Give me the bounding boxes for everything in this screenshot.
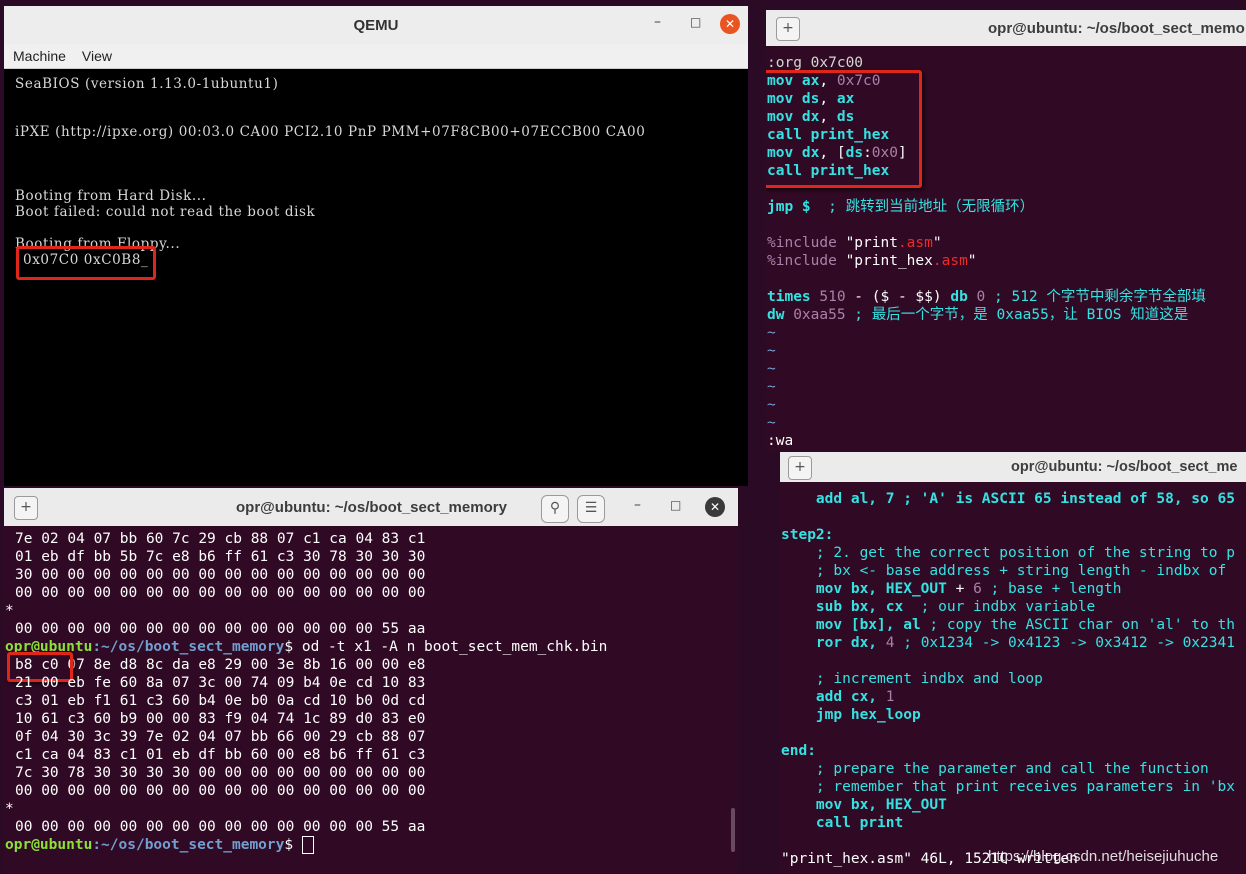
menu-icon[interactable]: ☰	[577, 495, 605, 523]
terminal-titlebar[interactable]: + opr@ubuntu: ~/os/boot_sect_memory ⚲ ☰ …	[4, 488, 738, 526]
vim-main-titlebar[interactable]: + opr@ubuntu: ~/os/boot_sect_memo	[766, 10, 1246, 46]
hex-row: 7c 30 78 30 30 30 30 00 00 00 00 00 00 0…	[15, 765, 426, 781]
empty-line-marker: ~	[767, 379, 776, 395]
code-label: step2:	[781, 527, 834, 543]
menu-machine[interactable]: Machine	[13, 48, 66, 64]
hex-row: c1 ca 04 83 c1 01 eb df bb 60 00 e8 b6 f…	[15, 747, 426, 763]
minimize-icon[interactable]: –	[634, 497, 641, 513]
terminal-title: opr@ubuntu: ~/os/boot_sect_memory	[236, 499, 507, 516]
hex-row: 00 00 00 00 00 00 00 00 00 00 00 00 00 0…	[15, 819, 426, 835]
close-icon[interactable]: ✕	[705, 497, 725, 517]
minimize-icon[interactable]: –	[654, 14, 661, 30]
empty-line-marker: ~	[767, 415, 776, 431]
code-line: %include "print_hex.asm"	[767, 253, 977, 269]
hex-row: 00 00 00 00 00 00 00 00 00 00 00 00 00 0…	[15, 585, 426, 601]
terminal-window[interactable]: + opr@ubuntu: ~/os/boot_sect_memory ⚲ ☰ …	[4, 488, 738, 874]
hex-row: 10 61 c3 60 b9 00 00 83 f9 04 74 1c 89 d…	[15, 711, 426, 727]
prompt-line[interactable]: opr@ubuntu:~/os/boot_sect_memory$	[5, 836, 314, 854]
menu-view[interactable]: View	[82, 48, 112, 64]
prompt-line: opr@ubuntu:~/os/boot_sect_memory$ od -t …	[5, 639, 608, 655]
boot-failed-line: Boot failed: could not read the boot dis…	[15, 204, 316, 220]
hex-row: c3 01 eb f1 61 c3 60 b4 0e b0 0a cd 10 b…	[15, 693, 426, 709]
code-line: dw 0xaa55 ; 最后一个字节，是 0xaa55，让 BIOS 知道这是	[767, 307, 1189, 323]
code-comment: ; bx <- base address + string length - i…	[781, 563, 1227, 579]
maximize-icon[interactable]: □	[670, 498, 681, 512]
close-icon[interactable]: ✕	[720, 14, 740, 34]
cursor	[301, 836, 314, 854]
boot-line: Booting from Hard Disk...	[15, 188, 207, 204]
bios-line: SeaBIOS (version 1.13.0-1ubuntu1)	[15, 76, 279, 92]
qemu-menubar: Machine View	[4, 44, 748, 69]
code-line: call print	[781, 815, 904, 831]
hex-row: 0f 04 30 3c 39 7e 02 04 07 bb 66 00 29 c…	[15, 729, 426, 745]
hex-row: 7e 02 04 07 bb 60 7c 29 cb 88 07 c1 ca 0…	[15, 531, 426, 547]
vim-hex-title: opr@ubuntu: ~/os/boot_sect_me	[1011, 459, 1238, 475]
empty-line-marker: ~	[767, 343, 776, 359]
qemu-title: QEMU	[353, 16, 399, 34]
qemu-window[interactable]: QEMU – □ ✕ Machine View SeaBIOS (version…	[4, 6, 748, 486]
code-line: %include "print.asm"	[767, 235, 942, 251]
new-tab-icon[interactable]: +	[776, 17, 800, 41]
highlight-box	[16, 246, 156, 280]
code-line: mov [bx], al ; copy the ASCII char on 'a…	[781, 617, 1235, 633]
hex-row: 30 00 00 00 00 00 00 00 00 00 00 00 00 0…	[15, 567, 426, 583]
code-label: end:	[781, 743, 816, 759]
vim-window-print-hex[interactable]: + opr@ubuntu: ~/os/boot_sect_me add al, …	[780, 452, 1246, 874]
code-comment: ; remember that print receives parameter…	[781, 779, 1235, 795]
vim-command-line[interactable]: :wa	[767, 432, 793, 450]
empty-line-marker: ~	[767, 325, 776, 341]
new-tab-icon[interactable]: +	[788, 456, 812, 480]
ipxe-line: iPXE (http://ipxe.org) 00:03.0 CA00 PCI2…	[15, 124, 646, 140]
hex-row: 21 00 eb fe 60 8a 07 3c 00 74 09 b4 0e c…	[15, 675, 426, 691]
search-icon[interactable]: ⚲	[541, 495, 569, 523]
code-line: jmp $ ; 跳转到当前地址（无限循环）	[767, 199, 1035, 215]
hex-row: 00 00 00 00 00 00 00 00 00 00 00 00 00 0…	[15, 783, 426, 799]
highlight-box	[766, 70, 922, 188]
hex-row: 01 eb df bb 5b 7c e8 b6 ff 61 c3 30 78 3…	[15, 549, 426, 565]
maximize-icon[interactable]: □	[690, 15, 701, 29]
code-line: mov bx, HEX_OUT	[781, 797, 947, 813]
qemu-titlebar[interactable]: QEMU – □ ✕	[4, 6, 748, 44]
code-line: times 510 - ($ - $$) db 0 ; 512 个字节中剩余字节…	[767, 289, 1206, 305]
watermark: https://blog.csdn.net/heisejiuhuche	[988, 848, 1219, 865]
vim-window-main[interactable]: + opr@ubuntu: ~/os/boot_sect_memo :org 0…	[766, 10, 1246, 452]
hex-row: *	[5, 603, 14, 619]
code-comment: ; 2. get the correct position of the str…	[781, 545, 1235, 561]
scrollbar[interactable]	[731, 808, 735, 852]
empty-line-marker: ~	[767, 361, 776, 377]
hex-row: b8 c0 07 8e d8 8c da e8 29 00 3e 8b 16 0…	[15, 657, 426, 673]
code-line: mov bx, HEX_OUT + 6 ; base + length	[781, 581, 1122, 597]
hex-row: 00 00 00 00 00 00 00 00 00 00 00 00 00 0…	[15, 621, 426, 637]
code-line: add cx, 1	[781, 689, 895, 705]
code-line: sub bx, cx ; our indbx variable	[781, 599, 1096, 615]
code-comment: ; prepare the parameter and call the fun…	[781, 761, 1209, 777]
code-line: add al, 7 ; 'A' is ASCII 65 instead of 5…	[781, 491, 1235, 507]
empty-line-marker: ~	[767, 397, 776, 413]
vim-hex-titlebar[interactable]: + opr@ubuntu: ~/os/boot_sect_me	[780, 452, 1246, 482]
code-line: ror dx, 4 ; 0x1234 -> 0x4123 -> 0x3412 -…	[781, 635, 1235, 651]
code-comment: ; increment indbx and loop	[781, 671, 1043, 687]
code-line: jmp hex_loop	[781, 707, 921, 723]
new-tab-icon[interactable]: +	[14, 496, 38, 520]
hex-row: *	[5, 801, 14, 817]
vim-main-title: opr@ubuntu: ~/os/boot_sect_memo	[988, 20, 1245, 37]
